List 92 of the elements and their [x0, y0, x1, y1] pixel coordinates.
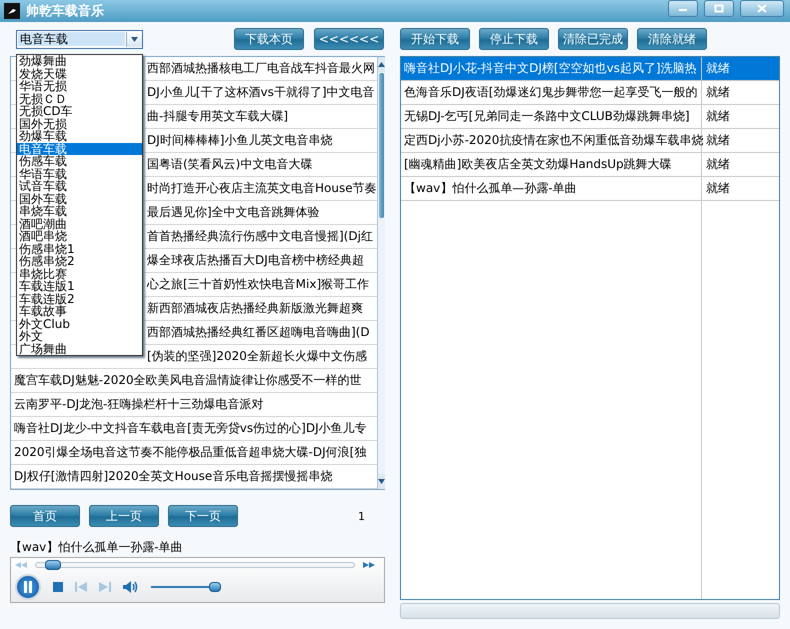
- queue-row[interactable]: [幽魂精曲]欧美夜店全英文劲爆HandsUp跳舞大碟 就绪: [401, 153, 779, 177]
- queue-row[interactable]: 无锡DJ-乞丐[兄弟同走一条路中文CLUB劲爆跳舞串烧] 就绪: [401, 105, 779, 129]
- queue-title: 【wav】怕什么孤单—孙露-单曲: [404, 180, 577, 197]
- queue-title: 色海音乐DJ夜语[劲爆迷幻鬼步舞带您一起享受飞一般的: [404, 84, 698, 101]
- category-option[interactable]: 国外无损: [17, 118, 142, 130]
- song-title[interactable]: 西部酒城热播经典红番区超嗨电音嗨曲](D: [147, 324, 370, 341]
- category-option[interactable]: 酒吧潮曲: [17, 218, 142, 230]
- category-option[interactable]: 电音车载: [17, 142, 142, 155]
- toolbar-button[interactable]: 开始下载: [400, 28, 470, 50]
- queue-row[interactable]: 定西Dj小苏-2020抗疫情在家也不闲重低音劲爆车载串烧 就绪: [401, 129, 779, 153]
- queue-status: 就绪: [706, 132, 730, 149]
- category-option[interactable]: 车载连版2: [17, 292, 142, 305]
- category-option[interactable]: 国外车载: [17, 192, 142, 205]
- scroll-down-icon: [378, 479, 385, 484]
- category-option[interactable]: 劲爆车载: [17, 130, 142, 142]
- category-option[interactable]: 外文Club: [17, 318, 142, 330]
- queue-status: 就绪: [706, 60, 730, 77]
- category-option[interactable]: 酒吧串烧: [17, 230, 142, 242]
- queue-status: 就绪: [706, 156, 730, 173]
- pager-button[interactable]: 下一页: [168, 505, 238, 527]
- song-title[interactable]: DJ小鱼儿[干了这杯酒vs干就得了]中文电音: [147, 84, 374, 101]
- pager-button[interactable]: 首页: [10, 505, 80, 527]
- category-option[interactable]: 伤感车载: [17, 155, 142, 168]
- queue-status: 就绪: [706, 84, 730, 101]
- queue-row[interactable]: 【wav】怕什么孤单—孙露-单曲 就绪: [401, 177, 779, 201]
- song-title[interactable]: 最后遇见你]全中文电音跳舞体验: [147, 204, 320, 221]
- volume-thumb[interactable]: [209, 582, 221, 592]
- fast-forward-icon[interactable]: [363, 562, 375, 568]
- window-title: 帅乾车载音乐: [26, 2, 105, 20]
- song-title[interactable]: 云南罗平-DJ龙泡-狂嗨操栏杆十三劲爆电音派对: [14, 396, 264, 413]
- queue-status: 就绪: [706, 180, 730, 197]
- scroll-up-icon: [378, 62, 385, 67]
- category-option[interactable]: 发烧天碟: [17, 68, 142, 80]
- toolbar-button[interactable]: 停止下载: [479, 28, 549, 50]
- category-option[interactable]: 伤感串烧1: [17, 242, 142, 255]
- queue-row[interactable]: 色海音乐DJ夜语[劲爆迷幻鬼步舞带您一起享受飞一般的 就绪: [401, 81, 779, 105]
- category-option[interactable]: 华语无损: [17, 80, 142, 92]
- minimize-button[interactable]: [668, 0, 698, 16]
- vertical-scrollbar[interactable]: [376, 57, 385, 489]
- song-title[interactable]: [伪装的坚强]2020全新超长火爆中文伤感: [147, 348, 367, 365]
- category-option[interactable]: 串烧车载: [17, 205, 142, 218]
- queue-row[interactable]: 嗨音社DJ小花-抖音中文DJ榜[空空如也vs起风了]洗脑热 就绪: [401, 57, 779, 81]
- scroll-thumb[interactable]: [378, 73, 384, 218]
- category-option[interactable]: 无损ＣＤ: [17, 92, 142, 105]
- song-title[interactable]: 魔宫车载DJ魅魅-2020全欧美风电音温情旋律让你感受不一样的世: [14, 372, 362, 389]
- maximize-button[interactable]: [704, 0, 734, 16]
- page-number: 1: [358, 510, 365, 522]
- category-option[interactable]: 试音车载: [17, 180, 142, 192]
- toolbar-button[interactable]: 下载本页: [234, 28, 304, 50]
- song-title[interactable]: 嗨音社DJ龙少-中文抖音车载电音[责无旁贷vs伤过的心]DJ小鱼儿专: [14, 420, 367, 437]
- song-title[interactable]: 心之旅[三十首奶性欢快电音Mix]猴哥工作: [147, 276, 370, 293]
- pager-button[interactable]: 上一页: [89, 505, 159, 527]
- category-option[interactable]: 车载连版1: [17, 280, 142, 292]
- category-option[interactable]: 外文: [17, 330, 142, 342]
- close-icon: [757, 4, 767, 12]
- song-title[interactable]: 国粤语(笑看风云)中文电音大碟: [147, 156, 312, 173]
- category-option[interactable]: 车载故事: [17, 305, 142, 318]
- toolbar-button[interactable]: 清除已完成: [558, 28, 628, 50]
- category-option[interactable]: 串烧比赛: [17, 268, 142, 280]
- song-title[interactable]: 西部酒城热播核电工厂电音战车抖音最火网: [147, 60, 375, 77]
- caret-icon: [131, 36, 138, 42]
- category-option[interactable]: 劲爆舞曲: [17, 55, 142, 68]
- maximize-icon: [714, 4, 724, 12]
- toolbar-button[interactable]: 清除就绪: [637, 28, 707, 50]
- queue-status: 就绪: [706, 108, 730, 125]
- song-title[interactable]: 曲-抖腿专用英文车载大碟]: [147, 108, 288, 125]
- category-dropdown[interactable]: 电音车载: [16, 30, 143, 48]
- pause-button[interactable]: [15, 574, 41, 600]
- seek-bar[interactable]: [35, 562, 355, 568]
- song-title[interactable]: 时尚打造开心夜店主流英文电音House节奏: [147, 180, 377, 197]
- pause-icon: [23, 581, 33, 593]
- song-title[interactable]: DJ时间棒棒棒]小鱼儿英文电音串烧: [147, 132, 332, 149]
- close-button[interactable]: [740, 0, 784, 16]
- horizontal-scrollbar[interactable]: [400, 603, 780, 619]
- song-title[interactable]: 新西部酒城夜店热播经典新版激光舞超爽: [147, 300, 363, 317]
- seek-thumb[interactable]: [44, 560, 61, 570]
- song-title[interactable]: 爆全球夜店热播百大DJ电音榜中榜经典超: [147, 252, 364, 269]
- toolbar-button[interactable]: <<<<<<: [314, 28, 384, 50]
- queue-title: 嗨音社DJ小花-抖音中文DJ榜[空空如也vs起风了]洗脑热: [404, 60, 697, 77]
- category-option[interactable]: 广场舞曲: [17, 342, 142, 355]
- queue-title: [幽魂精曲]欧美夜店全英文劲爆HandsUp跳舞大碟: [404, 156, 672, 173]
- now-playing-title: 【wav】怕什么孤单一孙露-单曲: [10, 539, 184, 553]
- category-option[interactable]: 伤感串烧2: [17, 255, 142, 268]
- queue-title: 无锡DJ-乞丐[兄弟同走一条路中文CLUB劲爆跳舞串烧]: [404, 108, 690, 125]
- song-title[interactable]: DJ权仔[激情四射]2020全英文House音乐电音摇摆慢摇串烧: [14, 468, 332, 485]
- queue-title: 定西Dj小苏-2020抗疫情在家也不闲重低音劲爆车载串烧: [404, 132, 704, 149]
- category-option[interactable]: 华语车载: [17, 168, 142, 180]
- category-option[interactable]: 无损CD车: [17, 105, 142, 118]
- song-title[interactable]: 2020引爆全场电音这节奏不能停极品重低音超串烧大碟-DJ何浪[独: [14, 444, 366, 461]
- app-icon: [4, 3, 20, 19]
- song-title[interactable]: 首首热播经典流行伤感中文电音慢摇](Dj红: [147, 228, 373, 245]
- volume-icon[interactable]: [123, 581, 139, 593]
